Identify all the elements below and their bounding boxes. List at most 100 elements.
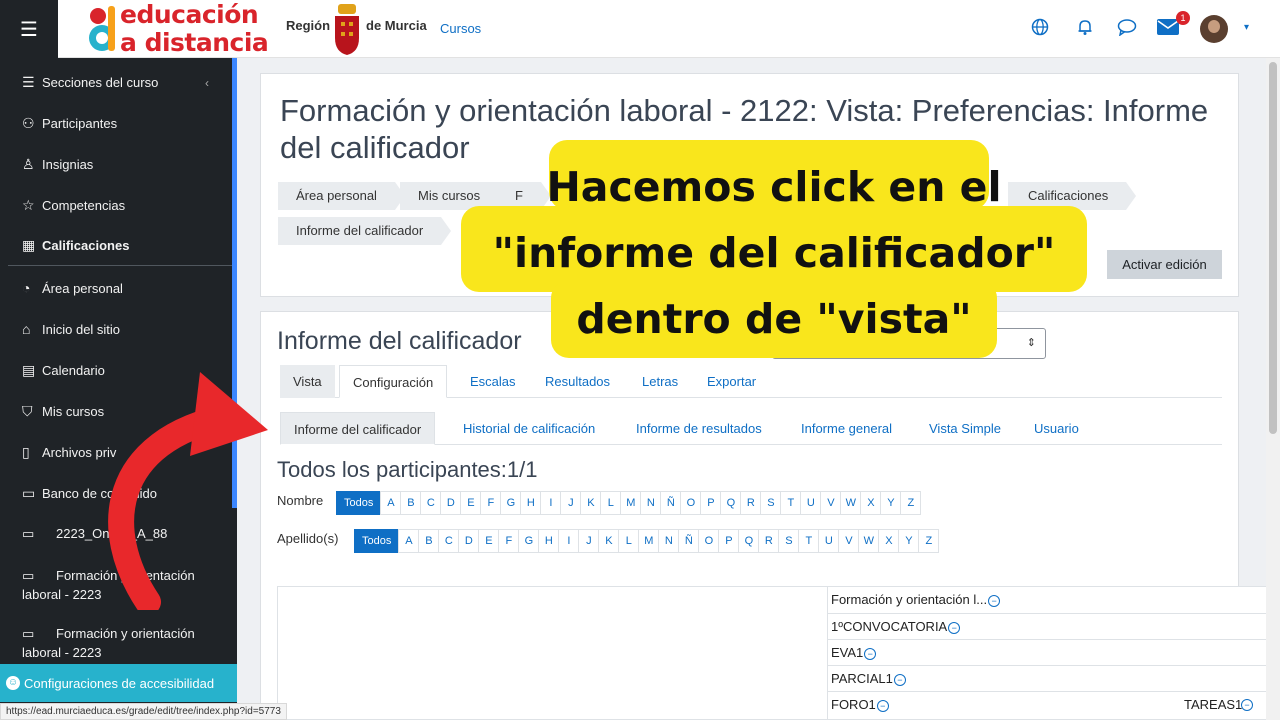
edit-mode-button[interactable]: Activar edición [1107,250,1222,279]
category-name[interactable]: TAREAS1 [1184,692,1242,718]
initial-letter[interactable]: X [878,529,900,553]
collapse-icon[interactable]: − [893,673,906,686]
initial-letter[interactable]: G [500,491,522,515]
initial-letter[interactable]: C [420,491,442,515]
tab-grade-history[interactable]: Historial de calificación [450,412,608,445]
initial-letter[interactable]: W [858,529,880,553]
initial-letter[interactable]: N [640,491,662,515]
initial-all[interactable]: Todos [354,529,400,553]
collapse-icon[interactable]: − [988,594,1001,607]
initial-letter[interactable]: E [460,491,482,515]
initial-letter[interactable]: F [480,491,502,515]
initial-letter[interactable]: A [398,529,420,553]
collapse-icon[interactable]: − [948,621,961,634]
initial-letter[interactable]: L [600,491,622,515]
category-name[interactable]: EVA1 [831,645,863,660]
category-name[interactable]: PARCIAL1 [831,671,893,686]
tab-overview-report[interactable]: Informe general [788,412,905,445]
initial-letter[interactable]: B [400,491,422,515]
accessibility-settings-button[interactable]: ☺ Configuraciones de accesibilidad [0,664,237,702]
initial-letter[interactable]: H [538,529,560,553]
initial-letter[interactable]: T [798,529,820,553]
collapse-icon[interactable]: − [876,699,889,712]
chat-icon[interactable] [1116,18,1138,40]
sidebar-item-home[interactable]: ⌂ Inicio del sitio [22,321,120,337]
tab-user-report[interactable]: Usuario [1021,412,1092,445]
cursos-link[interactable]: Cursos [440,21,481,36]
tab-escalas[interactable]: Escalas [457,365,529,398]
initial-letter[interactable]: F [498,529,520,553]
tab-exportar[interactable]: Exportar [694,365,769,398]
initial-letter[interactable]: D [440,491,462,515]
initial-letter[interactable]: V [838,529,860,553]
tab-configuracion[interactable]: Configuración [339,365,448,398]
initial-letter[interactable]: P [700,491,722,515]
sidebar-item-grades[interactable]: ▦ Calificaciones [22,237,129,254]
tab-outcomes-report[interactable]: Informe de resultados [623,412,775,445]
chevron-down-icon[interactable]: ▾ [1244,22,1249,33]
initial-letter[interactable]: M [620,491,642,515]
sidebar-item-dashboard[interactable]: ◔ Área personal [22,280,123,296]
initial-letter[interactable]: L [618,529,640,553]
initial-letter[interactable]: Y [898,529,920,553]
initial-letter[interactable]: U [800,491,822,515]
initial-letter[interactable]: Z [900,491,922,515]
sidebar-folder-course[interactable]: ▭ Formación y orientación laboral - 2223 [22,624,195,662]
initial-letter[interactable]: Ñ [678,529,700,553]
initial-letter[interactable]: P [718,529,740,553]
initial-letter[interactable]: R [758,529,780,553]
initial-letter[interactable]: U [818,529,840,553]
category-name[interactable]: Formación y orientación l... [831,592,987,607]
user-avatar[interactable] [1200,15,1228,43]
tab-vista[interactable]: Vista [280,365,335,398]
bell-icon[interactable] [1074,18,1096,40]
sidebar-item-badges[interactable]: ♙ Insignias [22,156,93,173]
initial-letter[interactable]: W [840,491,862,515]
initial-letter[interactable]: J [578,529,600,553]
site-logo[interactable]: educación a distancia [88,2,280,56]
initial-letter[interactable]: K [580,491,602,515]
initial-all[interactable]: Todos [336,491,382,515]
initial-letter[interactable]: T [780,491,802,515]
initial-letter[interactable]: Ñ [660,491,682,515]
initial-letter[interactable]: N [658,529,680,553]
initial-letter[interactable]: D [458,529,480,553]
initial-letter[interactable]: S [760,491,782,515]
sidebar-item-sections[interactable]: ☰ Secciones del curso [22,74,158,91]
initial-letter[interactable]: S [778,529,800,553]
envelope-icon[interactable] [1157,18,1179,40]
tab-resultados[interactable]: Resultados [532,365,623,398]
initial-letter[interactable]: G [518,529,540,553]
initial-letter[interactable]: R [740,491,762,515]
category-name[interactable]: FORO1 [831,697,876,712]
initial-letter[interactable]: O [680,491,702,515]
initial-letter[interactable]: C [438,529,460,553]
initial-letter[interactable]: B [418,529,440,553]
initial-letter[interactable]: Y [880,491,902,515]
initial-letter[interactable]: E [478,529,500,553]
initial-letter[interactable]: I [558,529,580,553]
scrollbar-thumb[interactable] [1269,62,1277,434]
tab-letras[interactable]: Letras [629,365,691,398]
menu-toggle-button[interactable]: ☰ [0,0,58,58]
collapse-icon[interactable]: − [1241,699,1253,711]
initial-letter[interactable]: I [540,491,562,515]
initial-letter[interactable]: Z [918,529,940,553]
initial-letter[interactable]: J [560,491,582,515]
sidebar-item-participants[interactable]: ⚇ Participantes [22,115,117,132]
initial-letter[interactable]: O [698,529,720,553]
initial-letter[interactable]: X [860,491,882,515]
initial-letter[interactable]: H [520,491,542,515]
sidebar-item-competencies[interactable]: ☆ Competencias [22,197,125,214]
collapse-icon[interactable]: − [864,647,877,660]
tab-grader-report[interactable]: Informe del calificador [280,412,436,445]
page-scrollbar[interactable] [1266,58,1280,720]
globe-icon[interactable] [1029,18,1051,40]
breadcrumb-item[interactable]: Informe del calificador [278,217,452,245]
initial-letter[interactable]: K [598,529,620,553]
category-name[interactable]: 1ºCONVOCATORIA [831,619,947,634]
tab-single-view[interactable]: Vista Simple [916,412,1014,445]
initial-letter[interactable]: M [638,529,660,553]
initial-letter[interactable]: Q [720,491,742,515]
initial-letter[interactable]: V [820,491,842,515]
